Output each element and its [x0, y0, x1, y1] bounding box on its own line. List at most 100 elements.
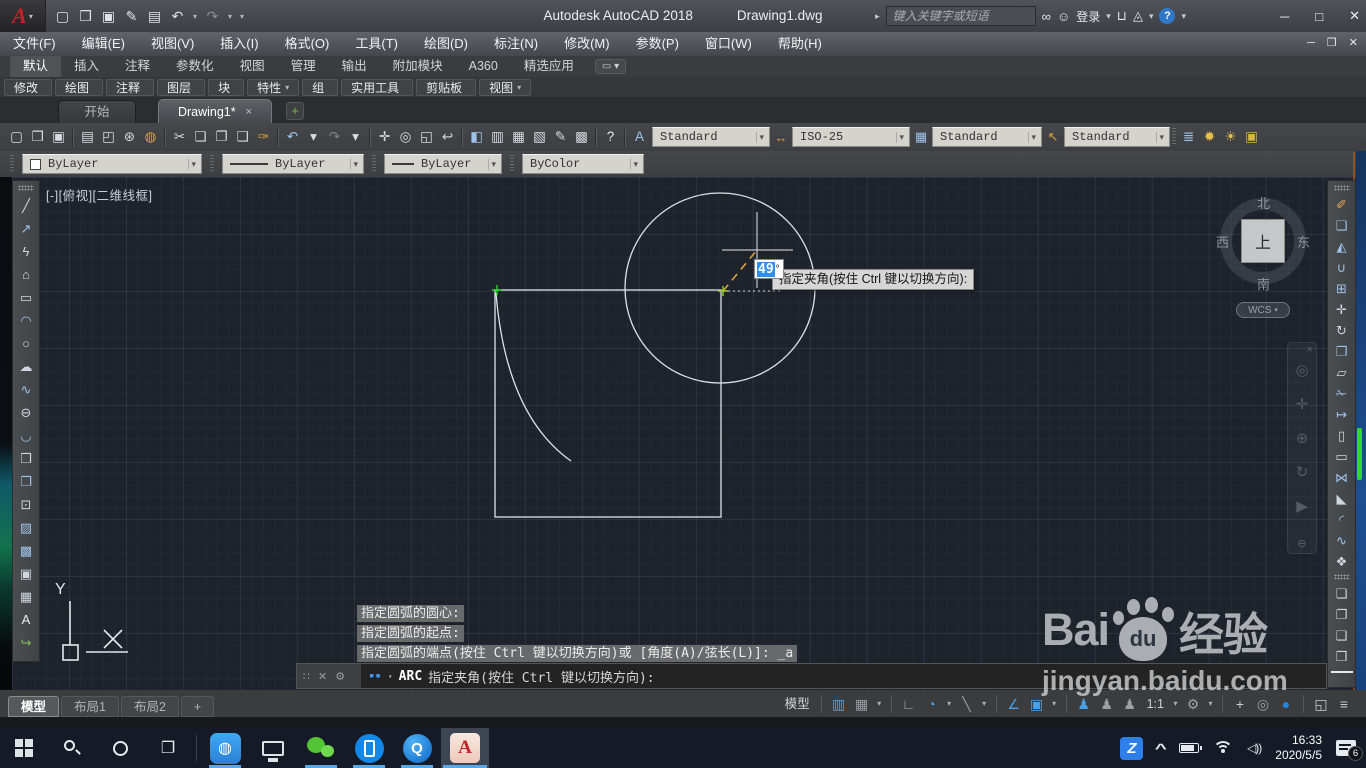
- menu-file[interactable]: 文件(F): [0, 32, 69, 56]
- new-drawing-tab-button[interactable]: +: [286, 102, 304, 120]
- rotate-icon[interactable]: ↻: [1328, 320, 1355, 341]
- minimize-button[interactable]: ─: [1280, 9, 1289, 24]
- scale-caret-icon[interactable]: ▾: [1171, 693, 1180, 715]
- taskbar-clock[interactable]: 16:33 2020/5/5: [1275, 733, 1322, 763]
- text-style-combo[interactable]: Standard ▾: [652, 127, 770, 147]
- extend-icon[interactable]: ↦: [1328, 404, 1355, 425]
- annotation-visibility-icon[interactable]: ♟: [1074, 693, 1094, 715]
- search-binoculars-icon[interactable]: ∞: [1042, 9, 1051, 24]
- save-icon[interactable]: ▣: [48, 123, 69, 151]
- redo-icon[interactable]: ↷: [324, 123, 345, 151]
- fillet-icon[interactable]: ◜: [1328, 509, 1355, 530]
- ribbon-tab-home[interactable]: 默认: [10, 56, 62, 77]
- showmotion-icon[interactable]: ▶: [1296, 490, 1308, 524]
- command-input-area[interactable]: ▪▪ ▾ ARC 指定夹角(按住 Ctrl 键以切换方向):: [361, 664, 1326, 688]
- viewport-controls-label[interactable]: [-][俯视][二维线框]: [46, 185, 153, 204]
- tab-add-layout[interactable]: +: [180, 696, 215, 717]
- drawing-tab-close-icon[interactable]: ×: [246, 106, 252, 118]
- separator[interactable]: [1222, 694, 1223, 713]
- join-icon[interactable]: ⋈: [1328, 467, 1355, 488]
- separator[interactable]: [1303, 694, 1304, 713]
- qprint-icon[interactable]: ▤: [144, 8, 165, 25]
- multiline-text-icon[interactable]: A: [13, 608, 39, 631]
- model-space-button[interactable]: 模型: [781, 693, 814, 715]
- graphics-performance-icon[interactable]: ●: [1276, 693, 1296, 715]
- copy-clip-icon[interactable]: ❏: [190, 123, 211, 151]
- menu-view[interactable]: 视图(V): [138, 32, 207, 56]
- polar-caret-icon[interactable]: ▾: [945, 693, 954, 715]
- qat-customize-icon[interactable]: ▾: [237, 12, 247, 21]
- toolbar-grip[interactable]: [372, 155, 376, 173]
- array-icon[interactable]: ⊞: [1328, 278, 1355, 299]
- stretch-icon[interactable]: ▱: [1328, 362, 1355, 383]
- blend-curves-icon[interactable]: ∿: [1328, 530, 1355, 551]
- redo-caret-icon[interactable]: ▾: [345, 123, 366, 151]
- qsave-icon[interactable]: ▣: [98, 8, 119, 25]
- text-style-icon[interactable]: A: [629, 123, 650, 151]
- menu-help[interactable]: 帮助(H): [765, 32, 835, 56]
- preview-icon[interactable]: ◰: [98, 123, 119, 151]
- color-control-combo[interactable]: ByLayer ▾: [22, 154, 202, 174]
- light-on-icon[interactable]: ✹: [1199, 123, 1220, 151]
- signin-button[interactable]: 登录: [1076, 8, 1100, 25]
- ribbon-tab-insert[interactable]: 插入: [61, 56, 112, 77]
- command-line[interactable]: ∷ ✕ ⚙ ▪▪ ▾ ARC 指定夹角(按住 Ctrl 键以切换方向):: [296, 663, 1327, 689]
- separator[interactable]: [1065, 694, 1067, 713]
- sheetset-icon[interactable]: ▧: [529, 123, 550, 151]
- grid-caret-icon[interactable]: ▾: [875, 693, 884, 715]
- gradient-icon[interactable]: ▩: [13, 539, 39, 562]
- zoom-window-icon[interactable]: ◱: [416, 123, 437, 151]
- markup-icon[interactable]: ✎: [550, 123, 571, 151]
- clean-screen-icon[interactable]: ◱: [1311, 693, 1331, 715]
- undo-icon[interactable]: ↶: [282, 123, 303, 151]
- toolbar-grip[interactable]: [510, 155, 514, 173]
- separator[interactable]: [820, 694, 822, 713]
- qopen-icon[interactable]: ❒: [75, 8, 96, 25]
- pan-icon[interactable]: ✛: [374, 123, 395, 151]
- object-snap-icon[interactable]: ▣: [1027, 693, 1047, 715]
- command-wrench-icon[interactable]: ⚙: [335, 670, 345, 683]
- signin-caret-icon[interactable]: ▾: [1106, 11, 1111, 22]
- snap-mode-icon[interactable]: ▥: [829, 693, 849, 715]
- separator[interactable]: [72, 127, 74, 147]
- open-icon[interactable]: ❒: [27, 123, 48, 151]
- panel-modify[interactable]: 修改: [4, 78, 53, 96]
- scale-label[interactable]: 1:1: [1143, 693, 1168, 715]
- toolbar-grip[interactable]: [10, 155, 14, 173]
- object-snap-tracking-icon[interactable]: ∠: [1004, 693, 1024, 715]
- ribbon-tab-parametric[interactable]: 参数化: [163, 56, 227, 77]
- publish-icon[interactable]: ⊛: [119, 123, 140, 151]
- hatch-icon[interactable]: ▨: [13, 516, 39, 539]
- break-icon[interactable]: ▭: [1328, 446, 1355, 467]
- separator[interactable]: [995, 694, 997, 713]
- ellipse-arc-icon[interactable]: ◡: [13, 424, 39, 447]
- help-icon[interactable]: ?: [600, 123, 621, 151]
- viewcube-top-face[interactable]: 上: [1241, 219, 1285, 263]
- toolbar-grip[interactable]: [1172, 128, 1176, 146]
- paste-special-icon[interactable]: ❑: [232, 123, 253, 151]
- properties-icon[interactable]: ◧: [466, 123, 487, 151]
- quickcalc-icon[interactable]: ▩: [571, 123, 592, 151]
- tool-palettes-icon[interactable]: ▦: [508, 123, 529, 151]
- isodraft-icon[interactable]: ╲: [957, 693, 977, 715]
- separator[interactable]: [890, 694, 892, 713]
- toolbar-grip[interactable]: [1333, 574, 1350, 580]
- help-caret-icon[interactable]: ▾: [1181, 11, 1186, 22]
- taskbar-qq-browser-app[interactable]: Q: [393, 728, 441, 768]
- taskbar-media-app[interactable]: ◍: [201, 728, 249, 768]
- doc-close-button[interactable]: ✕: [1349, 36, 1358, 49]
- tab-model[interactable]: 模型: [8, 696, 60, 717]
- panel-properties[interactable]: 特性 ▾: [247, 78, 300, 96]
- bring-above-icon[interactable]: ❑: [1328, 625, 1355, 646]
- ribbon-tab-output[interactable]: 输出: [329, 56, 380, 77]
- separator[interactable]: [369, 127, 371, 147]
- move-icon[interactable]: ✛: [1328, 299, 1355, 320]
- a360-caret-icon[interactable]: ▾: [1149, 11, 1154, 22]
- send-under-icon[interactable]: ❒: [1328, 646, 1355, 667]
- plotstyle-control-combo[interactable]: ByColor ▾: [522, 154, 644, 174]
- menu-format[interactable]: 格式(O): [272, 32, 343, 56]
- orbit-icon[interactable]: ↻: [1296, 456, 1309, 490]
- start-tab[interactable]: 开始: [58, 100, 136, 123]
- task-view-button[interactable]: ❐: [144, 728, 192, 768]
- separator[interactable]: [164, 127, 166, 147]
